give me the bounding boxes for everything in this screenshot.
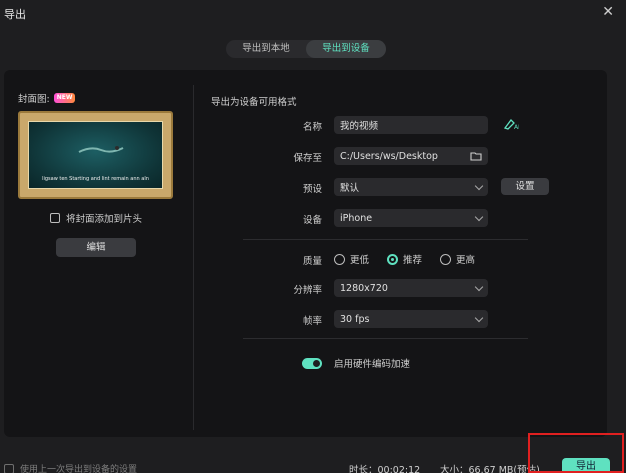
framerate-label: 帧率 bbox=[302, 316, 322, 327]
checkbox-label: 将封面添加到片头 bbox=[66, 214, 143, 225]
chevron-down-icon bbox=[474, 313, 484, 322]
preset-value: 默认 bbox=[340, 183, 360, 194]
quality-option-label: 更高 bbox=[456, 255, 476, 266]
use-last-settings-label: 使用上一次导出到设备的设置 bbox=[20, 465, 138, 473]
device-label: 设备 bbox=[302, 215, 322, 226]
quality-label: 质量 bbox=[302, 256, 322, 267]
resolution-label: 分辨率 bbox=[293, 285, 322, 296]
save-location-input[interactable]: C:/Users/ws/Desktop bbox=[334, 147, 488, 165]
quality-higher[interactable]: 更高 bbox=[440, 252, 475, 266]
window-title: 导出 bbox=[4, 8, 26, 21]
size-text: 大小：66.67 MB(预估) bbox=[440, 465, 540, 473]
chevron-down-icon bbox=[474, 282, 484, 291]
resolution-select[interactable]: 1280x720 bbox=[334, 279, 488, 297]
thumbnail-image: ligsaw ten Starting and lint remain ann … bbox=[28, 121, 163, 189]
name-value: 我的视频 bbox=[340, 121, 379, 132]
settings-button[interactable]: 设置 bbox=[501, 178, 549, 195]
checkbox[interactable] bbox=[4, 463, 14, 473]
duration-text: 时长：00:02:12 bbox=[349, 465, 421, 473]
folder-icon[interactable] bbox=[470, 151, 482, 161]
checkbox[interactable] bbox=[50, 213, 60, 223]
device-select[interactable]: iPhone bbox=[334, 209, 488, 227]
tab-export-device[interactable]: 导出到设备 bbox=[306, 40, 386, 58]
hw-accel-row: 启用硬件编码加速 bbox=[302, 356, 410, 370]
divider bbox=[243, 338, 528, 339]
resolution-value: 1280x720 bbox=[340, 282, 388, 294]
save-location-label: 保存至 bbox=[293, 153, 322, 164]
chevron-down-icon bbox=[474, 212, 484, 221]
radio-icon[interactable] bbox=[334, 253, 345, 265]
quality-recommended[interactable]: 推荐 bbox=[387, 252, 422, 266]
radio-selected-icon[interactable] bbox=[387, 253, 399, 265]
preset-select[interactable]: 默认 bbox=[334, 178, 488, 196]
hw-accel-label: 启用硬件编码加速 bbox=[334, 359, 411, 370]
name-label: 名称 bbox=[302, 122, 322, 133]
section-title: 导出为设备可用格式 bbox=[211, 97, 297, 108]
diver-figure-icon bbox=[78, 146, 124, 153]
column-divider bbox=[193, 85, 194, 430]
chevron-down-icon bbox=[474, 181, 484, 190]
use-last-settings[interactable]: 使用上一次导出到设备的设置 bbox=[4, 462, 137, 473]
cover-thumbnail[interactable]: ligsaw ten Starting and lint remain ann … bbox=[18, 111, 173, 199]
thumbnail-caption: ligsaw ten Starting and lint remain ann … bbox=[42, 176, 149, 182]
tab-export-local[interactable]: 导出到本地 bbox=[226, 40, 306, 58]
quality-option-label: 推荐 bbox=[403, 255, 423, 266]
preset-label: 预设 bbox=[302, 184, 322, 195]
new-badge: NEW bbox=[53, 93, 76, 103]
hw-accel-toggle[interactable] bbox=[302, 357, 322, 369]
cover-label: 封面图: NEW bbox=[18, 91, 76, 105]
close-icon[interactable]: ✕ bbox=[602, 4, 614, 20]
save-location-value: C:/Users/ws/Desktop bbox=[340, 150, 438, 162]
name-input[interactable]: 我的视频 bbox=[334, 116, 488, 134]
device-value: iPhone bbox=[340, 212, 373, 224]
export-tabs: 导出到本地 导出到设备 bbox=[226, 40, 386, 58]
quality-radio-group: 更低 推荐 更高 bbox=[334, 252, 475, 266]
ai-rename-icon[interactable]: AI bbox=[503, 117, 519, 131]
quality-option-label: 更低 bbox=[350, 255, 370, 266]
framerate-select[interactable]: 30 fps bbox=[334, 310, 488, 328]
divider bbox=[243, 239, 528, 240]
add-cover-to-intro[interactable]: 将封面添加到片头 bbox=[50, 211, 142, 225]
highlight-annotation bbox=[528, 433, 624, 473]
edit-cover-button[interactable]: 编辑 bbox=[56, 238, 136, 257]
radio-icon[interactable] bbox=[440, 253, 452, 265]
cover-label-text: 封面图: bbox=[18, 94, 50, 105]
framerate-value: 30 fps bbox=[340, 313, 370, 325]
quality-lower[interactable]: 更低 bbox=[334, 252, 369, 266]
svg-text:AI: AI bbox=[514, 124, 519, 131]
